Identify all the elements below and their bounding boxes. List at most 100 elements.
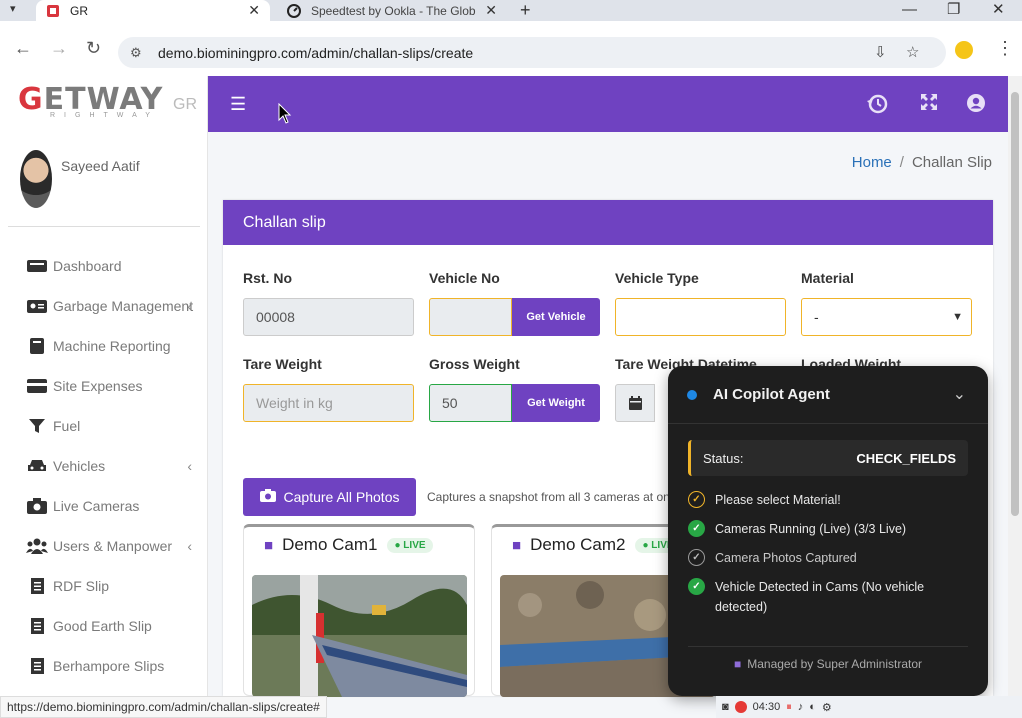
vehicle-no-label: Vehicle No: [429, 270, 500, 286]
sidebar-item-label: Users & Manpower: [53, 538, 173, 554]
settings-gear-icon[interactable]: ⚙: [822, 701, 832, 714]
user-profile-icon[interactable]: [966, 93, 986, 119]
tab-title: Speedtest by Ookla - The Glob: [311, 3, 476, 18]
close-tab-icon[interactable]: ✕: [248, 2, 260, 19]
status-label: Status:: [703, 450, 744, 466]
sidebar-item-label: Machine Reporting: [53, 338, 171, 354]
receipt-icon: [26, 658, 48, 674]
status-url: https://demo.biominingpro.com/admin/chal…: [0, 696, 327, 718]
lock-icon: ■: [733, 657, 742, 671]
sidebar-item-fuel[interactable]: Fuel: [0, 406, 208, 446]
restore-icon[interactable]: ❐: [947, 0, 960, 20]
sidebar-item-site-expenses[interactable]: Site Expenses: [0, 366, 208, 406]
sidebar-item-berhampore-slips[interactable]: Berhampore Slips: [0, 646, 208, 686]
sidebar-item-label: Vehicles: [53, 458, 106, 474]
sidebar-item-vehicles[interactable]: Vehicles ‹: [0, 446, 208, 486]
url-field[interactable]: ⚙ demo.biominingpro.com/admin/challan-sl…: [118, 37, 946, 68]
material-select[interactable]: - ▼: [801, 298, 972, 336]
sidebar-item-dashboard[interactable]: Dashboard: [0, 246, 208, 286]
tab-title: GR: [70, 3, 88, 18]
get-weight-button[interactable]: Get Weight: [512, 384, 600, 422]
sidebar-item-garbage-management[interactable]: Garbage Management ‹: [0, 286, 208, 326]
dashboard-icon: [26, 258, 48, 274]
sidebar-item-label: Live Cameras: [53, 498, 140, 514]
capture-all-photos-button[interactable]: Capture All Photos: [243, 478, 416, 516]
breadcrumb-home-link[interactable]: Home: [852, 154, 892, 171]
copilot-title: AI Copilot Agent: [713, 386, 830, 403]
sidebar-item-machine-reporting[interactable]: Machine Reporting: [0, 326, 208, 366]
close-window-icon[interactable]: ✕: [992, 0, 1005, 20]
history-icon[interactable]: [866, 93, 888, 121]
sidebar-item-label: Dashboard: [53, 258, 122, 274]
record-icon[interactable]: [734, 701, 747, 713]
filter-icon: [26, 418, 48, 434]
sidebar-item-rdf-slip[interactable]: RDF Slip: [0, 566, 208, 606]
forward-icon[interactable]: →: [50, 38, 68, 59]
tab-gr[interactable]: GR ✕: [36, 0, 270, 21]
pending-check-icon: ✓: [688, 549, 705, 566]
sidebar-item-users-manpower[interactable]: Users & Manpower ‹: [0, 526, 208, 566]
bookmark-star-icon[interactable]: ☆: [906, 43, 919, 61]
sidebar-item-label: Fuel: [53, 418, 81, 434]
browser-menu-icon[interactable]: ⋮: [996, 38, 1014, 59]
browser-tab-bar: ▾ GR ✕ Speedtest by Ookla - The Glob ✕ +…: [0, 0, 1022, 21]
chevron-down-icon[interactable]: ⌄: [953, 384, 966, 404]
microphone-icon[interactable]: ♪: [798, 701, 804, 713]
camera-feed-image[interactable]: [252, 575, 467, 697]
gross-weight-field[interactable]: 50: [429, 384, 512, 422]
success-check-icon: ✓: [688, 578, 705, 595]
checklist-item: ✓ Please select Material!: [688, 490, 968, 510]
sidebar-item-label: Garbage Management: [53, 298, 194, 314]
checklist-item: ✓ Camera Photos Captured: [688, 548, 968, 568]
sidebar-item-good-earth-slip[interactable]: Good Earth Slip: [0, 606, 208, 646]
get-vehicle-button[interactable]: Get Vehicle: [512, 298, 600, 336]
camera-name: Demo Cam1: [282, 535, 378, 554]
tab-search-chevron-icon[interactable]: ▾: [10, 2, 16, 15]
receipt-icon: [26, 578, 48, 594]
avatar: [20, 150, 52, 208]
warning-check-icon: ✓: [688, 491, 705, 508]
camera-card-1: ■ Demo Cam1 ● LIVE: [243, 524, 475, 697]
pause-icon[interactable]: ⏸: [786, 701, 792, 714]
chevron-down-icon: ▼: [952, 311, 963, 323]
book-icon: [26, 338, 48, 354]
site-settings-icon[interactable]: ⚙: [130, 45, 146, 61]
capture-button-label: Capture All Photos: [283, 489, 400, 505]
hamburger-menu-icon[interactable]: ☰: [230, 94, 246, 115]
reload-icon[interactable]: ↻: [86, 38, 101, 59]
brand-short: GR: [173, 96, 197, 113]
breadcrumb: Home / Challan Slip: [851, 154, 992, 171]
checklist-item: ✓ Cameras Running (Live) (3/3 Live): [688, 519, 968, 539]
camera-icon: [26, 498, 48, 514]
rst-no-field: 00008: [243, 298, 414, 336]
tab-speedtest[interactable]: Speedtest by Ookla - The Glob ✕: [277, 0, 507, 21]
camera-icon[interactable]: ◙: [722, 701, 729, 713]
tare-weight-field[interactable]: Weight in kg: [243, 384, 414, 422]
camera-title: ■ Demo Cam1 ● LIVE: [264, 535, 433, 555]
copilot-footer: ■ Managed by Super Administrator: [688, 646, 968, 671]
fullscreen-icon[interactable]: [920, 93, 938, 117]
minimize-icon[interactable]: —: [902, 0, 917, 20]
camera-name: Demo Cam2: [530, 535, 626, 554]
checklist-item: ✓ Vehicle Detected in Cams (No vehicle d…: [688, 577, 968, 617]
vehicle-no-field[interactable]: [429, 298, 512, 336]
page-scrollbar-thumb[interactable]: [1011, 92, 1019, 516]
user-panel[interactable]: Sayeed Aatif: [20, 150, 140, 208]
camera-title: ■ Demo Cam2 ● LIVE: [512, 535, 681, 555]
camera-icon: [259, 489, 276, 505]
user-name: Sayeed Aatif: [61, 158, 140, 174]
material-label: Material: [801, 270, 854, 286]
sidebar-item-label: RDF Slip: [53, 578, 110, 594]
back-icon[interactable]: ←: [14, 38, 32, 59]
gr-favicon-icon: [46, 4, 60, 18]
new-tab-icon[interactable]: +: [520, 0, 531, 20]
install-app-icon[interactable]: ⇩: [874, 43, 887, 61]
sidebar-item-live-cameras[interactable]: Live Cameras: [0, 486, 208, 526]
close-tab-icon[interactable]: ✕: [485, 2, 497, 19]
extension-icon[interactable]: [955, 41, 973, 59]
vehicle-type-field[interactable]: [615, 298, 786, 336]
speaker-icon[interactable]: ◐: [809, 701, 816, 713]
copilot-header[interactable]: AI Copilot Agent ⌄: [668, 366, 988, 424]
sidebar-nav: Dashboard Garbage Management ‹ Machine R…: [0, 246, 208, 686]
calendar-icon[interactable]: [615, 384, 655, 422]
